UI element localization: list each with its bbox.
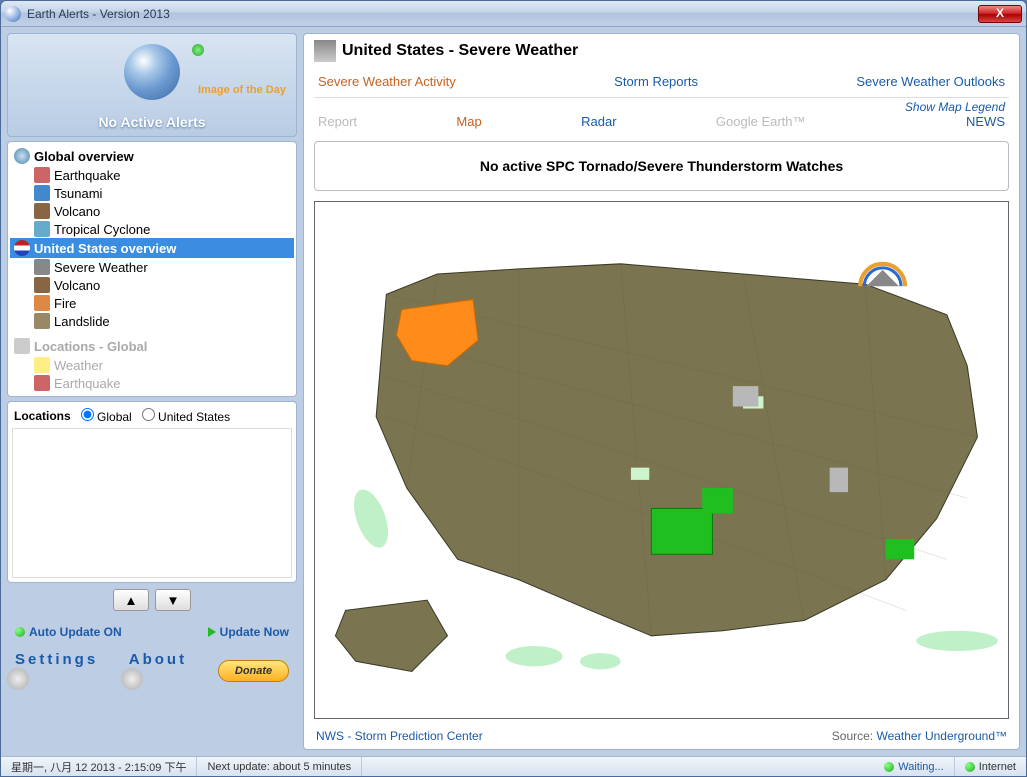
tab-map[interactable]: Map	[456, 114, 481, 129]
nav-us-overview[interactable]: United States overview	[10, 238, 294, 258]
main-footer: NWS - Storm Prediction Center Source: We…	[314, 723, 1009, 743]
globe-icon[interactable]	[124, 44, 180, 100]
sidebar-header: Image of the Day No Active Alerts	[7, 33, 297, 137]
us-map[interactable]	[314, 201, 1009, 719]
about-link[interactable]: About	[129, 651, 200, 690]
info-icon	[121, 668, 143, 690]
titlebar[interactable]: Earth Alerts - Version 2013 X	[1, 1, 1026, 27]
title-thumb-icon	[314, 40, 336, 62]
nav-tropical-cyclone[interactable]: Tropical Cyclone	[10, 220, 294, 238]
tsunami-icon	[34, 185, 50, 201]
nav-landslide[interactable]: Landslide	[10, 312, 294, 330]
nav-label: Global overview	[34, 149, 134, 164]
window-title: Earth Alerts - Version 2013	[27, 7, 978, 21]
tab-report: Report	[318, 114, 357, 129]
main-title-row: United States - Severe Weather	[314, 40, 1009, 62]
status-next-update: Next update: about 5 minutes	[197, 757, 362, 776]
nav-tsunami[interactable]: Tsunami	[10, 184, 294, 202]
locations-panel: Locations Global United States	[7, 401, 297, 583]
cyclone-icon	[34, 221, 50, 237]
tab-outlooks[interactable]: Severe Weather Outlooks	[856, 74, 1005, 89]
radio-us[interactable]: United States	[142, 408, 230, 424]
status-internet: Internet	[955, 757, 1026, 776]
status-dot-icon	[15, 627, 25, 637]
down-button[interactable]: ▼	[155, 589, 191, 611]
image-of-day-link[interactable]: Image of the Day	[198, 84, 286, 96]
auto-update-toggle[interactable]: Auto Update ON	[15, 625, 122, 639]
landslide-icon	[34, 313, 50, 329]
source-label: Source:	[832, 729, 877, 743]
app-window: Earth Alerts - Version 2013 X Image of t…	[0, 0, 1027, 777]
no-alerts-label: No Active Alerts	[14, 114, 290, 130]
news-link[interactable]: NEWS	[966, 114, 1005, 129]
nav-buttons: ▲ ▼	[7, 587, 297, 613]
status-waiting: Waiting...	[874, 757, 954, 776]
sidebar-footer: Auto Update ON Update Now Settings About…	[7, 617, 297, 702]
nav-loc-weather[interactable]: Weather	[10, 356, 294, 374]
secondary-tabs: Report Map Radar Google Earth™ Show Map …	[314, 97, 1009, 133]
earthquake-icon	[34, 167, 50, 183]
update-now-button[interactable]: Update Now	[208, 625, 289, 639]
nws-spc-link[interactable]: NWS - Storm Prediction Center	[316, 729, 483, 743]
locations-label: Locations	[14, 409, 71, 423]
donate-button[interactable]: Donate	[218, 660, 289, 682]
location-icon	[14, 338, 30, 354]
nav-label: Locations - Global	[34, 339, 147, 354]
severe-weather-icon	[34, 259, 50, 275]
main-panel: United States - Severe Weather Severe We…	[303, 33, 1020, 750]
status-dot-icon	[884, 762, 894, 772]
volcano-icon	[34, 203, 50, 219]
nav-fire[interactable]: Fire	[10, 294, 294, 312]
close-button[interactable]: X	[978, 5, 1022, 23]
watch-status: No active SPC Tornado/Severe Thunderstor…	[314, 141, 1009, 191]
weather-icon	[34, 357, 50, 373]
primary-tabs: Severe Weather Activity Storm Reports Se…	[314, 66, 1009, 93]
nav-global-overview[interactable]: Global overview	[10, 146, 294, 166]
statusbar: 星期一, 八月 12 2013 - 2:15:09 下午 Next update…	[1, 756, 1026, 776]
map-svg	[315, 202, 1008, 718]
show-map-legend-link[interactable]: Show Map Legend	[905, 100, 1005, 114]
sidebar: Image of the Day No Active Alerts Global…	[7, 33, 297, 750]
nav-earthquake[interactable]: Earthquake	[10, 166, 294, 184]
nav-locations-global[interactable]: Locations - Global	[10, 336, 294, 356]
nav-severe-weather[interactable]: Severe Weather	[10, 258, 294, 276]
page-title: United States - Severe Weather	[342, 42, 578, 60]
tab-severe-activity[interactable]: Severe Weather Activity	[318, 74, 456, 89]
up-button[interactable]: ▲	[113, 589, 149, 611]
radio-global[interactable]: Global	[81, 408, 132, 424]
nav-us-volcano[interactable]: Volcano	[10, 276, 294, 294]
volcano-icon	[34, 277, 50, 293]
locations-list[interactable]	[12, 428, 292, 578]
gear-icon	[7, 668, 29, 690]
settings-link[interactable]: Settings	[15, 651, 111, 690]
nav-volcano[interactable]: Volcano	[10, 202, 294, 220]
earthquake-icon	[34, 375, 50, 391]
nav-label: United States overview	[34, 241, 176, 256]
globe-icon	[14, 148, 30, 164]
status-dot-icon	[965, 762, 975, 772]
play-icon	[208, 627, 216, 637]
nav-tree: Global overview Earthquake Tsunami Volca…	[7, 141, 297, 397]
fire-icon	[34, 295, 50, 311]
source-link[interactable]: Weather Underground™	[876, 729, 1007, 743]
us-flag-icon	[14, 240, 30, 256]
nav-loc-earthquake[interactable]: Earthquake	[10, 374, 294, 392]
tab-storm-reports[interactable]: Storm Reports	[614, 74, 698, 89]
tab-radar[interactable]: Radar	[581, 114, 616, 129]
app-icon	[5, 6, 21, 22]
content-area: Image of the Day No Active Alerts Global…	[1, 27, 1026, 756]
status-datetime: 星期一, 八月 12 2013 - 2:15:09 下午	[1, 757, 197, 776]
tab-google-earth: Google Earth™	[716, 114, 806, 129]
locations-header: Locations Global United States	[12, 406, 292, 428]
